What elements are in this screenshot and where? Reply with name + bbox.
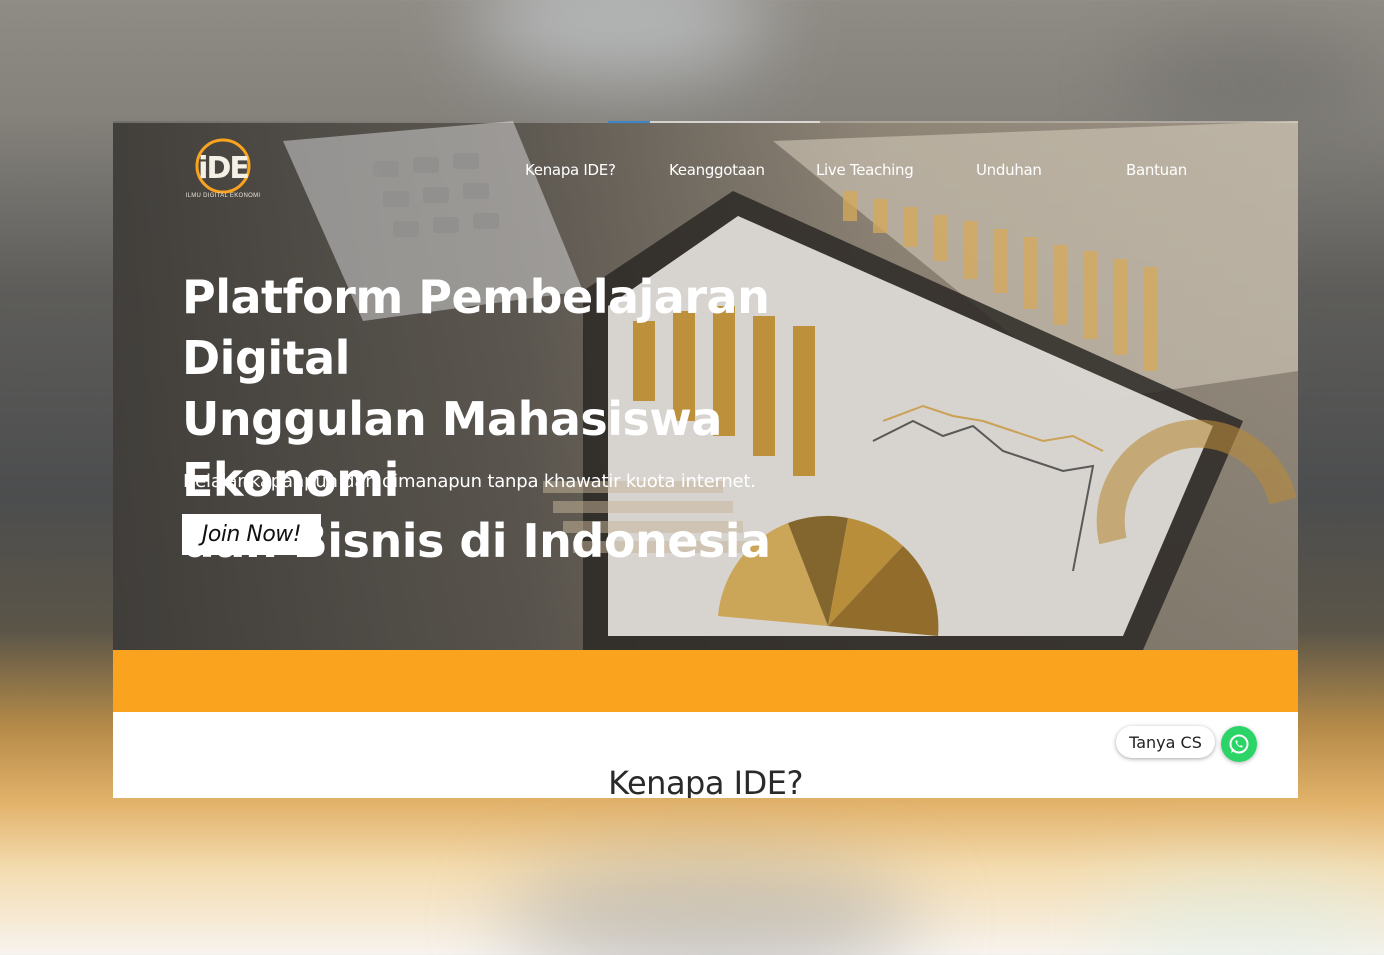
orange-divider-band xyxy=(113,650,1298,712)
whatsapp-button[interactable] xyxy=(1221,726,1257,762)
join-now-button[interactable]: Join Now! xyxy=(182,514,321,555)
backdrop-blur xyxy=(1120,40,1380,130)
active-nav-indicator xyxy=(608,121,650,123)
backdrop-blur xyxy=(1100,880,1384,955)
nav-item-unduhan[interactable]: Unduhan xyxy=(976,161,1042,179)
hero-section: iDE ILMU DIGITAL EKONOMI Kenapa IDE? Kea… xyxy=(113,121,1298,650)
headline-line: Platform Pembelajaran Digital xyxy=(182,270,770,385)
hero-subheadline: Belajar kapanpun dan dimanapun tanpa kha… xyxy=(183,471,756,492)
nav-item-bantuan[interactable]: Bantuan xyxy=(1126,161,1187,179)
main-navigation: Kenapa IDE? Keanggotaan Live Teaching Un… xyxy=(113,161,1298,181)
logo-subtitle: ILMU DIGITAL EKONOMI xyxy=(185,193,261,199)
backdrop-blur xyxy=(470,0,770,80)
nav-item-keanggotaan[interactable]: Keanggotaan xyxy=(669,161,765,179)
tanya-cs-button[interactable]: Tanya CS xyxy=(1116,726,1215,758)
top-border-highlight xyxy=(650,121,820,123)
nav-item-live-teaching[interactable]: Live Teaching xyxy=(816,161,914,179)
tanya-cs-label: Tanya CS xyxy=(1129,732,1202,752)
nav-item-kenapa-ide[interactable]: Kenapa IDE? xyxy=(525,161,616,179)
backdrop-blur xyxy=(500,860,920,955)
whatsapp-icon xyxy=(1229,734,1249,754)
section-title: Kenapa IDE? xyxy=(608,764,803,798)
website-screenshot: iDE ILMU DIGITAL EKONOMI Kenapa IDE? Kea… xyxy=(113,121,1298,798)
